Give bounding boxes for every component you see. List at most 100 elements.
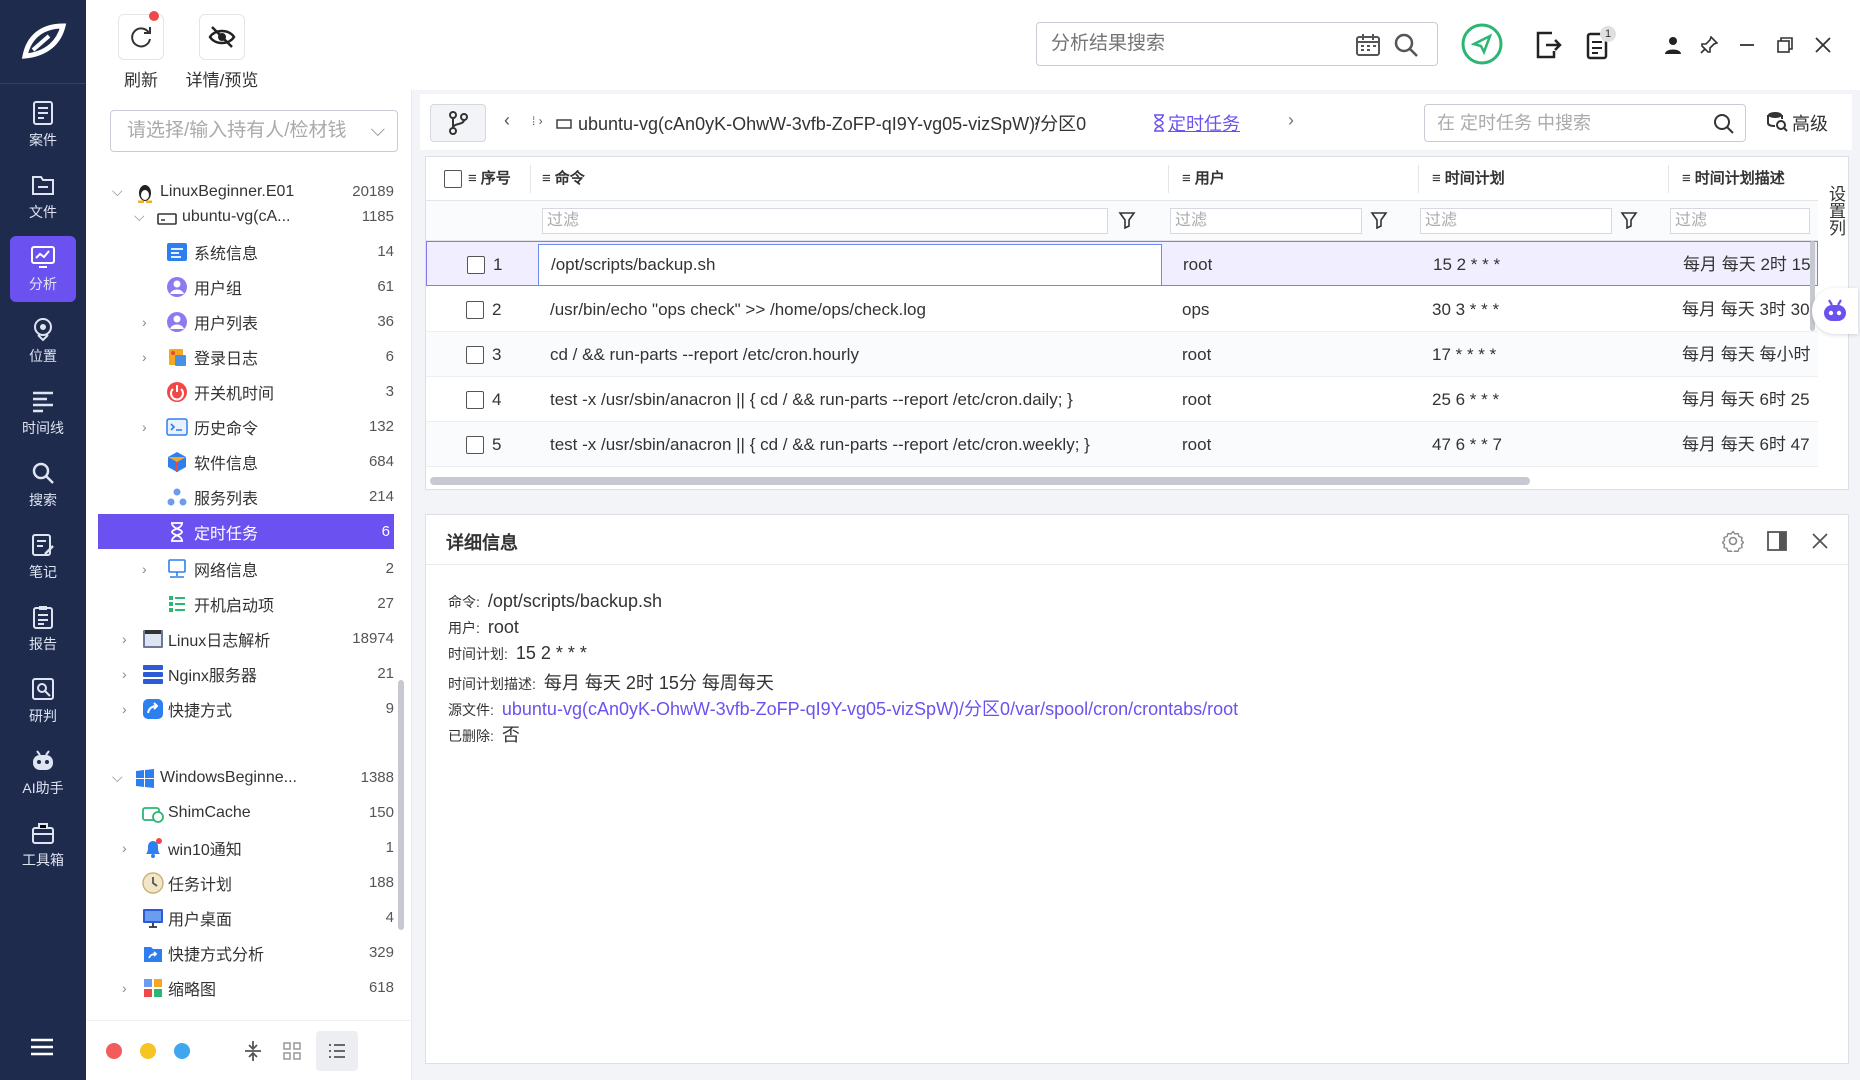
restore-icon[interactable] — [1776, 36, 1794, 54]
column-divider[interactable] — [1418, 165, 1419, 193]
table-horizontal-scrollbar[interactable] — [430, 477, 1530, 485]
tree-item-win10-notify[interactable]: › win10通知 1 — [98, 830, 398, 865]
row-checkbox[interactable] — [466, 346, 484, 364]
table-row[interactable]: 1 /opt/scripts/backup.sh root 15 2 * * *… — [426, 241, 1818, 286]
row-checkbox[interactable] — [466, 301, 484, 319]
owner-select[interactable]: 请选择/输入持有人/检材钱 ⌵ — [110, 110, 398, 152]
expand-arrow-icon[interactable]: ⌵ — [112, 183, 126, 200]
tree-item-nginx[interactable]: › Nginx服务器 21 — [98, 656, 398, 691]
blue-dot-icon[interactable] — [174, 1043, 190, 1059]
filter-input-schedule-desc[interactable]: 过滤 — [1670, 208, 1810, 234]
tree-item-shortcut-analysis[interactable]: 快捷方式分析 329 — [98, 935, 398, 970]
expand-arrow-icon[interactable]: › — [122, 666, 136, 682]
breadcrumb-current[interactable]: 定时任务 — [1168, 110, 1240, 136]
tree-item-power-time[interactable]: 开关机时间 3 — [98, 374, 398, 409]
export-icon[interactable] — [1534, 30, 1562, 60]
tree-scrollbar[interactable] — [398, 680, 404, 930]
analysis-search-box[interactable] — [1036, 22, 1438, 66]
tree-item-windowsbeginner[interactable]: ⌵ WindowsBeginne... 1388 — [98, 760, 398, 795]
root-crumb-icon[interactable]: ⁞ › — [532, 114, 543, 128]
yellow-dot-icon[interactable] — [140, 1043, 156, 1059]
table-row[interactable]: 2 /usr/bin/echo "ops check" >> /home/ops… — [426, 287, 1818, 332]
filter-input-command[interactable]: 过滤 — [542, 208, 1108, 234]
analysis-search-input[interactable] — [1037, 23, 1337, 65]
close-icon[interactable] — [1810, 531, 1830, 551]
row-checkbox[interactable] — [466, 391, 484, 409]
expand-arrow-icon[interactable]: › — [122, 840, 136, 856]
tree-item-network[interactable]: › 网络信息 2 — [98, 551, 398, 586]
nav-toolbox[interactable]: 工具箱 — [10, 812, 76, 878]
expand-arrow-icon[interactable]: › — [142, 314, 156, 330]
nav-folder[interactable]: 文件 — [10, 164, 76, 230]
menu-icon[interactable] — [28, 1036, 56, 1063]
forward-arrow-icon[interactable]: › — [1288, 110, 1294, 131]
ai-assistant-float-button[interactable] — [1812, 288, 1858, 334]
filter-icon[interactable] — [1620, 211, 1638, 229]
tree-item-ubuntu-vg[interactable]: ⌵ ubuntu-vg(cA... 1185 — [98, 199, 398, 234]
col-header-index[interactable]: ≡ 序号 — [468, 157, 511, 201]
red-dot-icon[interactable] — [106, 1043, 122, 1059]
table-search-box[interactable]: 在 定时任务 中搜索 — [1424, 104, 1746, 142]
expand-arrow-icon[interactable]: › — [122, 980, 136, 996]
tree-item-software[interactable]: 软件信息 684 — [98, 444, 398, 479]
table-row[interactable]: 5 test -x /usr/sbin/anacron || { cd / &&… — [426, 422, 1818, 467]
pin-icon[interactable] — [1700, 36, 1718, 54]
nav-note[interactable]: 笔记 — [10, 524, 76, 590]
filter-icon[interactable] — [1118, 211, 1136, 229]
col-header-user[interactable]: ≡ 用户 — [1182, 157, 1225, 201]
tree-item-history-cmd[interactable]: › 历史命令 132 — [98, 409, 398, 444]
preview-toggle-button[interactable]: 详情/预览 — [172, 14, 272, 90]
nav-case[interactable]: 案件 — [10, 92, 76, 158]
refresh-button[interactable]: 刷新 — [108, 11, 174, 90]
expand-arrow-icon[interactable]: › — [122, 631, 136, 647]
nav-judge[interactable]: 研判 — [10, 668, 76, 734]
expand-arrow-icon[interactable]: ⌵ — [134, 208, 148, 225]
search-icon[interactable] — [1393, 32, 1419, 58]
task-list-button[interactable]: 1 — [1586, 26, 1618, 62]
column-divider[interactable] — [530, 165, 531, 193]
tree-item-shortcut[interactable]: › 快捷方式 9 — [98, 691, 398, 726]
tree-item-task-schedule[interactable]: 任务计划 188 — [98, 865, 398, 900]
tree-item-shimcache[interactable]: ShimCache 150 — [98, 795, 398, 830]
back-arrow-icon[interactable]: ‹ — [504, 110, 510, 131]
minimize-icon[interactable] — [1738, 36, 1756, 54]
expand-arrow-icon[interactable]: › — [142, 349, 156, 365]
tree-item-desktop[interactable]: 用户桌面 4 — [98, 900, 398, 935]
tree-item-user-group[interactable]: 用户组 61 — [98, 269, 398, 304]
nav-search[interactable]: 搜索 — [10, 452, 76, 518]
col-header-schedule-desc[interactable]: ≡ 时间计划描述 — [1682, 157, 1785, 201]
list-view-button[interactable] — [316, 1031, 358, 1071]
expand-arrow-icon[interactable]: › — [142, 419, 156, 435]
gear-icon[interactable] — [1722, 530, 1744, 552]
user-icon[interactable] — [1664, 36, 1682, 54]
tree-item-thumbnail[interactable]: › 缩略图 618 — [98, 970, 398, 1005]
column-divider[interactable] — [1668, 165, 1669, 193]
expand-arrow-icon[interactable]: › — [142, 561, 156, 577]
expand-arrow-icon[interactable]: › — [122, 701, 136, 717]
close-icon[interactable] — [1814, 36, 1832, 54]
row-checkbox[interactable] — [466, 436, 484, 454]
select-all-checkbox[interactable] — [444, 170, 462, 188]
split-panel-icon[interactable] — [1766, 530, 1788, 552]
nav-analysis[interactable]: 分析 — [10, 236, 76, 302]
table-row[interactable]: 3 cd / && run-parts --report /etc/cron.h… — [426, 332, 1818, 377]
col-header-schedule[interactable]: ≡ 时间计划 — [1432, 157, 1505, 201]
tree-item-system-info[interactable]: 系统信息 14 — [98, 234, 398, 269]
tree-item-login-log[interactable]: › 登录日志 6 — [98, 339, 398, 374]
tree-item-user-list[interactable]: › 用户列表 36 — [98, 304, 398, 339]
table-row[interactable]: 4 test -x /usr/sbin/anacron || { cd / &&… — [426, 377, 1818, 422]
nav-location[interactable]: 位置 — [10, 308, 76, 374]
row-checkbox[interactable] — [467, 256, 485, 274]
tree-item-services[interactable]: 服务列表 214 — [98, 479, 398, 514]
nav-timeline[interactable]: 时间线 — [10, 380, 76, 446]
grid-view-icon[interactable] — [282, 1041, 302, 1061]
filter-input-user[interactable]: 过滤 — [1170, 208, 1362, 234]
filter-icon[interactable] — [1370, 211, 1388, 229]
expand-arrow-icon[interactable]: ⌵ — [112, 769, 126, 786]
tree-item-cron-tasks[interactable]: 定时任务 6 — [98, 514, 394, 549]
send-status-icon[interactable] — [1460, 22, 1504, 66]
nav-report[interactable]: 报告 — [10, 596, 76, 662]
column-settings-button[interactable]: 设置列 — [1820, 157, 1848, 277]
branch-button[interactable] — [430, 104, 486, 142]
col-header-command[interactable]: ≡ 命令 — [542, 157, 585, 201]
